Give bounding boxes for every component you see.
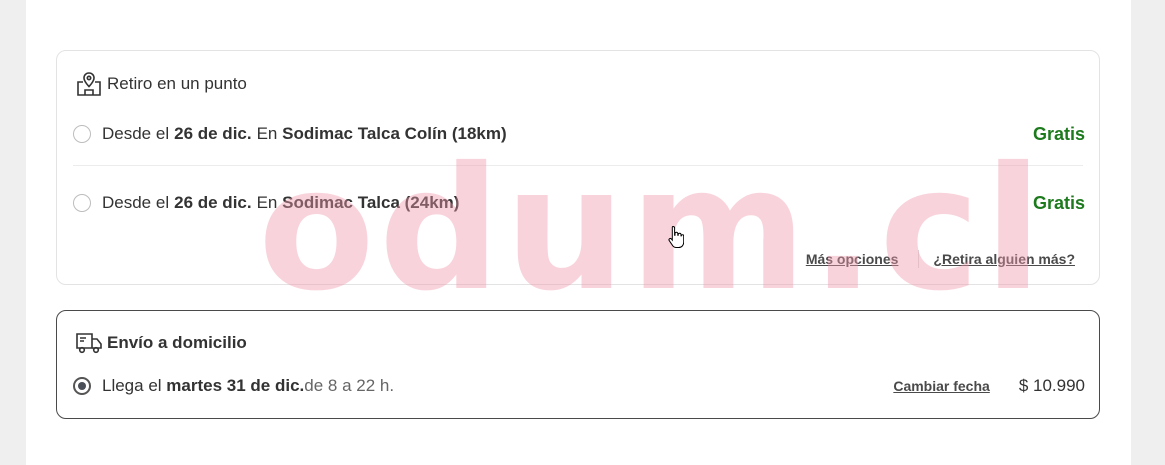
pickup-option-1-text: Desde el 26 de dic. En Sodimac Talca Colín…: [102, 124, 507, 143]
pickup-card: Retiro en un punto Desde el 26 de dic. En …: [56, 50, 1100, 285]
delivery-option-text: Llega el martes 31 de dic.de 8 a 22 h.: [102, 376, 395, 395]
pickup-option-1-price: Gratis: [1032, 123, 1085, 144]
pickup-option-2[interactable]: Desde el 26 de dic. En Sodimac Talca (24km…: [73, 191, 1085, 215]
more-options-link[interactable]: Más opciones: [806, 251, 899, 267]
pickup-option-2-text: Desde el 26 de dic. En Sodimac Talca (24km…: [102, 193, 460, 212]
hand-cursor-icon: [668, 225, 685, 254]
links-separator: [918, 250, 920, 268]
change-date-link[interactable]: Cambiar fecha: [893, 378, 989, 394]
delivery-title-label: Envío a domicilio: [107, 333, 247, 352]
delivery-option[interactable]: Llega el martes 31 de dic.de 8 a 22 h. C…: [73, 374, 1085, 398]
pickup-location-icon: [75, 71, 103, 97]
pickup-option-1[interactable]: Desde el 26 de dic. En Sodimac Talca Colín…: [73, 122, 1085, 146]
pickup-option-2-price: Gratis: [1032, 192, 1085, 213]
delivery-card: Envío a domicilio Llega el martes 31 de …: [56, 310, 1100, 419]
pickup-title-label: Retiro en un punto: [107, 74, 247, 93]
pickup-divider: [73, 165, 1083, 166]
pickup-links: Más opciones ¿Retira alguien más?: [806, 250, 1075, 268]
delivery-option-radio[interactable]: [73, 377, 91, 395]
delivery-title: Envío a domicilio: [75, 331, 247, 355]
pickup-option-1-radio[interactable]: [73, 125, 91, 143]
pickup-option-2-radio[interactable]: [73, 194, 91, 212]
delivery-price: $ 10.990: [1018, 376, 1085, 395]
someone-else-pickup-link[interactable]: ¿Retira alguien más?: [933, 251, 1075, 267]
pickup-title: Retiro en un punto: [75, 71, 247, 97]
delivery-truck-icon: [75, 331, 103, 355]
